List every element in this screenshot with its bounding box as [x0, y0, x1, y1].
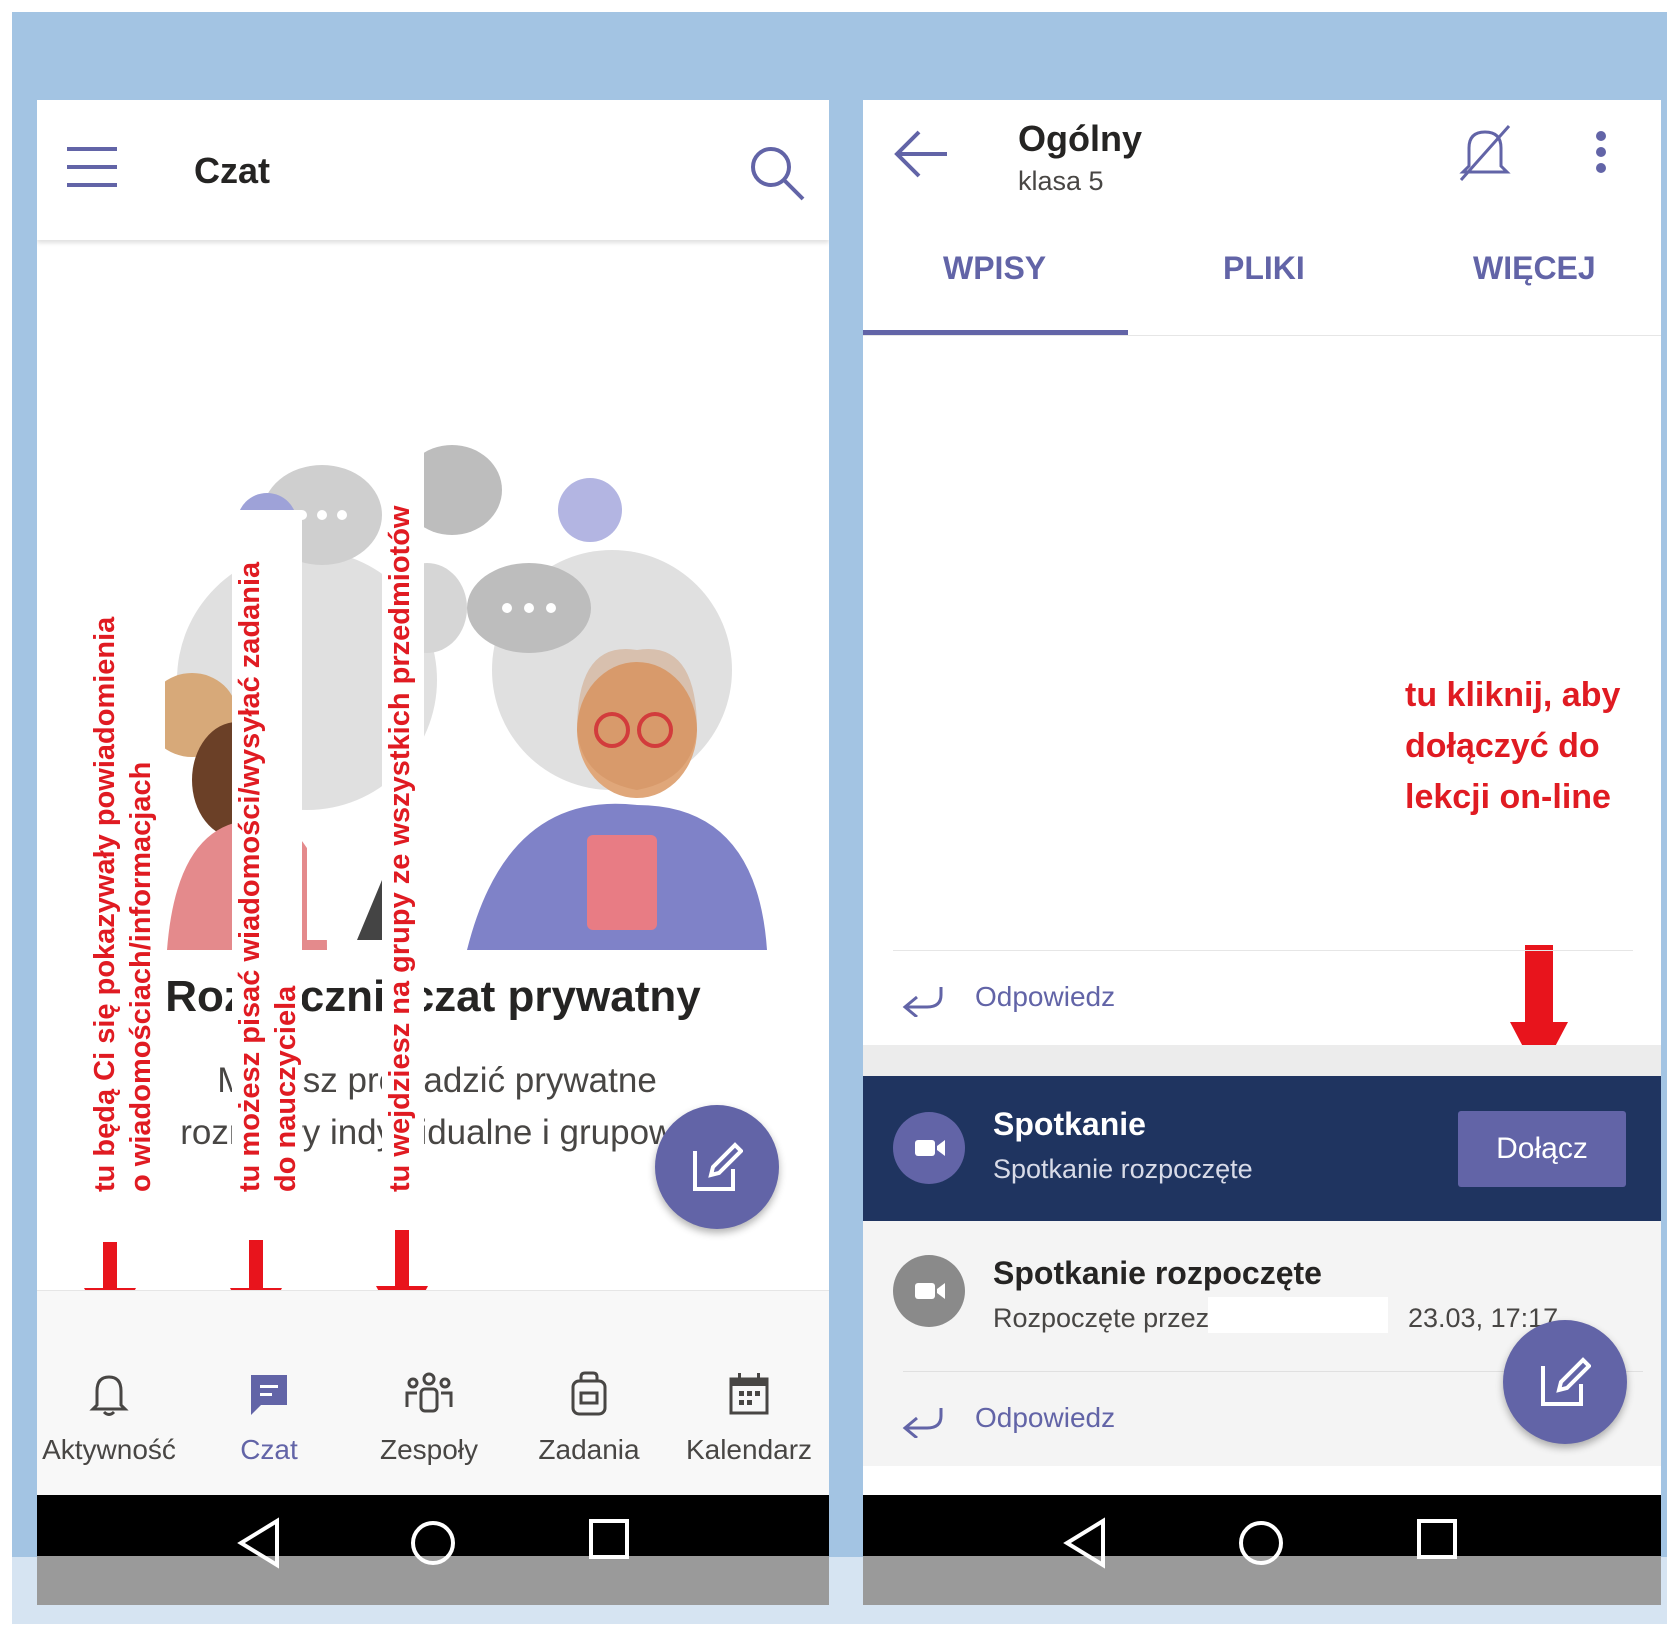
calendar-icon: [729, 1373, 769, 1415]
chat-icon: [251, 1375, 287, 1415]
nav-item-teams[interactable]: Zespoły: [349, 1371, 509, 1466]
annotation-line: tu będą Ci się pokazywały powiadomienia: [89, 616, 121, 1192]
tab-posts[interactable]: WPISY: [943, 250, 1046, 287]
hamburger-menu-icon[interactable]: [67, 145, 117, 189]
left-phone-screen: Czat ! Rozpocznij czat prywatny Możesz p…: [37, 100, 829, 1605]
channel-subtitle: klasa 5: [1018, 166, 1104, 196]
arrow-down-icon: [249, 1240, 263, 1292]
reply-icon: [902, 987, 943, 1017]
new-chat-button[interactable]: [655, 1105, 779, 1229]
annotation-teams: tu wejdziesz na grupy ze wszystkich prze…: [382, 506, 418, 1192]
back-arrow-icon[interactable]: [893, 128, 949, 180]
post-started-by: Rozpoczęte przez: [993, 1303, 1210, 1333]
bell-icon: [89, 1375, 129, 1416]
assignments-icon: [571, 1371, 607, 1416]
annotation-line: tu wejdziesz na grupy ze wszystkich prze…: [384, 505, 416, 1192]
new-post-button[interactable]: [1503, 1320, 1627, 1444]
app-header: Czat: [37, 100, 829, 240]
right-phone-screen: Ogólny klasa 5 WPISY PLIKI WIĘCEJ tu kli…: [863, 100, 1661, 1605]
home-icon[interactable]: [1235, 1517, 1287, 1569]
back-icon[interactable]: [1061, 1517, 1109, 1569]
page-title: Czat: [194, 150, 271, 191]
annotation-line: dołączyć do: [1405, 727, 1600, 765]
reply-row[interactable]: Odpowiedz: [863, 955, 1661, 1045]
meeting-title: Spotkanie: [993, 1106, 1146, 1142]
system-navigation-bar: [37, 1495, 829, 1605]
more-options-icon[interactable]: [1593, 130, 1609, 174]
nav-item-assignments[interactable]: Zadania: [509, 1371, 669, 1466]
nav-label: Zadania: [538, 1434, 640, 1465]
nav-label: Czat: [240, 1434, 298, 1465]
post-avatar: [893, 1255, 965, 1327]
nav-label: Aktywność: [42, 1434, 176, 1465]
system-navigation-bar: [863, 1495, 1661, 1605]
post-title: Spotkanie rozpoczęte: [993, 1255, 1322, 1291]
annotation-line: tu możesz pisać wiadomości/wysyłać zadan…: [234, 561, 266, 1192]
bottom-navigation: Aktywność Czat Zespoły Zadania Kalendarz: [37, 1290, 829, 1496]
redacted-name: [1208, 1297, 1388, 1333]
tab-files[interactable]: PLIKI: [1223, 250, 1305, 287]
meeting-avatar: [893, 1112, 965, 1184]
empty-state-subtitle-line: Możesz prowadzić prywatne: [217, 1061, 657, 1100]
join-meeting-button[interactable]: Dołącz: [1458, 1111, 1626, 1187]
notifications-off-icon[interactable]: [1457, 122, 1513, 184]
nav-label: Zespoły: [379, 1434, 479, 1465]
recents-icon[interactable]: [587, 1517, 631, 1561]
video-camera-icon: [915, 1140, 945, 1156]
back-icon[interactable]: [235, 1517, 283, 1569]
annotation-line: tu kliknij, aby: [1405, 676, 1621, 714]
compose-icon: [1541, 1357, 1591, 1406]
recents-icon[interactable]: [1415, 1517, 1459, 1561]
reply-label: Odpowiedz: [975, 981, 1116, 1012]
annotation-line: o wiadomościach/informacjach: [125, 761, 157, 1192]
nav-label: Kalendarz: [685, 1434, 813, 1465]
meeting-status: Spotkanie rozpoczęte: [993, 1154, 1253, 1184]
arrow-down-icon: [395, 1230, 409, 1290]
empty-state-subtitle-line: rozmowy indywidualne i grupowe: [180, 1113, 694, 1152]
search-icon[interactable]: [749, 145, 805, 201]
meeting-banner: Spotkanie Spotkanie rozpoczęte Dołącz: [863, 1076, 1661, 1221]
annotation-chat: tu możesz pisać wiadomości/wysyłać zadan…: [232, 562, 304, 1192]
divider: [893, 950, 1633, 951]
video-camera-icon: [915, 1283, 945, 1299]
annotation-join: tu kliknij, aby dołączyć do lekcji on-li…: [1405, 670, 1620, 823]
reply-label: Odpowiedz: [975, 1402, 1116, 1433]
reply-icon: [902, 1408, 943, 1438]
compose-icon: [693, 1142, 743, 1191]
channel-title: Ogólny: [1018, 118, 1142, 159]
annotation-line: lekcji on-line: [1405, 778, 1611, 816]
nav-item-calendar[interactable]: Kalendarz: [669, 1371, 829, 1466]
chat-illustration: !: [147, 445, 767, 950]
home-icon[interactable]: [407, 1517, 459, 1569]
thread-separator: [863, 1045, 1661, 1076]
annotation-line: do nauczyciela: [270, 985, 302, 1192]
tabs-divider: [863, 335, 1661, 336]
nav-item-chat[interactable]: Czat: [189, 1371, 349, 1466]
arrow-down-icon: [103, 1242, 117, 1292]
teams-icon: [405, 1372, 453, 1413]
nav-item-activity[interactable]: Aktywność: [37, 1371, 189, 1466]
empty-state-subtitle: Możesz prowadzić prywatne rozmowy indywi…: [137, 1055, 737, 1159]
tab-more[interactable]: WIĘCEJ: [1473, 250, 1596, 287]
annotation-activity: tu będą Ci się pokazywały powiadomienia …: [87, 617, 159, 1192]
